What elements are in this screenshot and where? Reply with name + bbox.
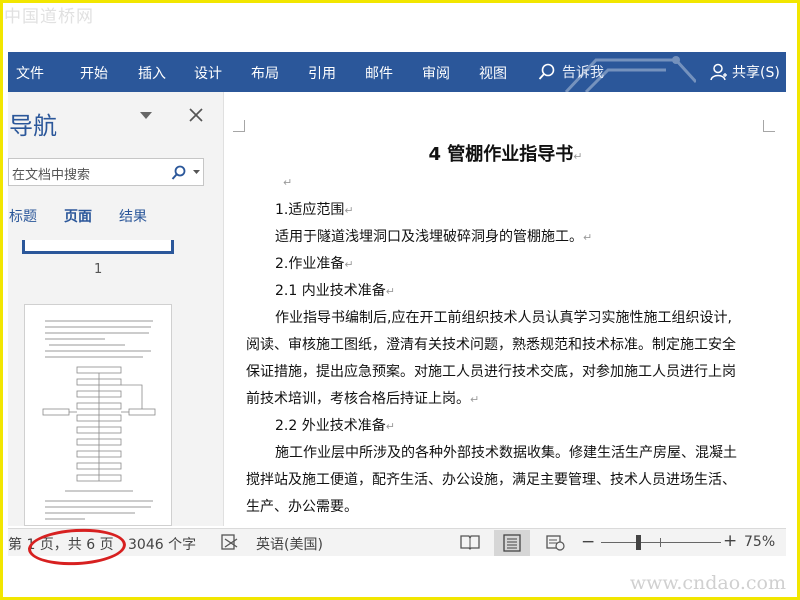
nav-search-placeholder: 在文档中搜索 [12, 168, 91, 183]
share-label: 共享(S) [732, 65, 780, 81]
navigation-pane: 导航 在文档中搜索 标题 页面 结果 1 [8, 92, 224, 526]
zoom-slider-midmark [660, 538, 661, 547]
tab-layout[interactable]: 布局 [251, 63, 279, 83]
tab-review[interactable]: 审阅 [422, 63, 450, 83]
chevron-down-icon[interactable] [140, 112, 152, 120]
tab-view[interactable]: 视图 [479, 63, 507, 83]
zoom-slider-track[interactable] [601, 542, 721, 543]
page-thumbnail-1-number: 1 [94, 262, 103, 277]
doc-line-3: 2.作业准备↵ [275, 256, 354, 272]
web-layout-icon[interactable] [545, 533, 565, 551]
doc-line-7: 保证措施，提出应急预案。对施工人员进行技术交底，对参加施工人员进行上岗 [246, 364, 736, 380]
paragraph-mark: ↵ [573, 150, 583, 163]
nav-pane-title: 导航 [9, 112, 57, 140]
person-icon [710, 63, 727, 81]
nav-search-input[interactable]: 在文档中搜索 [8, 158, 204, 186]
zoom-in-button[interactable]: + [723, 531, 737, 551]
document-canvas[interactable]: 4 管棚作业指导书↵ ↵ 1.适应范围↵ 适用于隧道浅埋洞口及浅埋破碎洞身的管棚… [225, 92, 786, 526]
document-heading: 4 管棚作业指导书↵ [225, 140, 786, 166]
empty-paragraph-mark: ↵ [283, 176, 293, 189]
margin-corner-top-left [233, 120, 245, 132]
watermark-bottom: www.cndao.com [629, 572, 786, 594]
doc-line-1: 1.适应范围↵ [275, 202, 354, 218]
zoom-out-button[interactable]: − [581, 532, 595, 552]
doc-line-9: 2.2 外业技术准备↵ [275, 418, 395, 434]
close-icon[interactable] [189, 108, 203, 122]
share-button[interactable]: 共享(S) [710, 60, 780, 84]
tab-mailings[interactable]: 邮件 [365, 63, 393, 83]
zoom-level[interactable]: 75% [744, 534, 775, 550]
nav-tab-headings[interactable]: 标题 [9, 206, 37, 226]
doc-line-2: 适用于隧道浅埋洞口及浅埋破碎洞身的管棚施工。↵ [275, 229, 593, 245]
page-thumbnail-1[interactable] [22, 240, 174, 254]
tab-file[interactable]: 文件 [16, 63, 44, 83]
tab-home[interactable]: 开始 [80, 63, 108, 83]
search-options-chevron-icon[interactable] [193, 170, 200, 175]
page-thumbnail-preview [42, 320, 156, 520]
tab-insert[interactable]: 插入 [138, 63, 166, 83]
tab-design[interactable]: 设计 [194, 63, 222, 83]
proofing-icon[interactable] [220, 533, 238, 551]
language-status[interactable]: 英语(美国) [256, 534, 323, 554]
tell-me-box[interactable]: 告诉我 [538, 60, 604, 84]
doc-line-10: 施工作业层中所涉及的各种外部技术数据收集。修建生活生产房屋、混凝土 [275, 445, 737, 461]
word-count-status[interactable]: 3046 个字 [128, 534, 196, 554]
zoom-slider-thumb[interactable] [636, 535, 642, 550]
print-layout-icon [503, 534, 521, 552]
tell-me-label: 告诉我 [562, 65, 604, 81]
margin-corner-top-right [763, 120, 775, 132]
doc-line-6: 阅读、审核施工图纸，澄清有关技术问题，熟悉规范和技术标准。制定施工安全 [246, 337, 736, 353]
page-thumbnail-2[interactable] [24, 304, 172, 526]
magnifier-icon[interactable] [171, 165, 187, 181]
read-mode-icon[interactable] [460, 533, 480, 551]
print-layout-button[interactable] [494, 530, 530, 556]
tab-references[interactable]: 引用 [308, 63, 336, 83]
ribbon-bar: 文件 开始 插入 设计 布局 引用 邮件 审阅 视图 告诉我 共享(S) [8, 52, 786, 92]
doc-line-11: 搅拌站及施工便道，配齐生活、办公设施，满足主要管理、技术人员进场生活、 [246, 472, 736, 488]
watermark-top: 中国道桥网 [4, 7, 94, 27]
nav-tab-results[interactable]: 结果 [119, 206, 147, 226]
doc-line-4: 2.1 内业技术准备↵ [275, 283, 395, 299]
doc-line-8: 前技术培训，考核合格后持证上岗。↵ [246, 391, 480, 407]
doc-line-12: 生产、办公需要。 [246, 499, 358, 515]
search-icon [538, 63, 555, 80]
document-heading-text: 4 管棚作业指导书 [428, 144, 574, 165]
doc-line-5: 作业指导书编制后,应在开工前组织技术人员认真学习实施性施工组织设计, [275, 310, 732, 326]
nav-tab-pages[interactable]: 页面 [64, 206, 92, 226]
